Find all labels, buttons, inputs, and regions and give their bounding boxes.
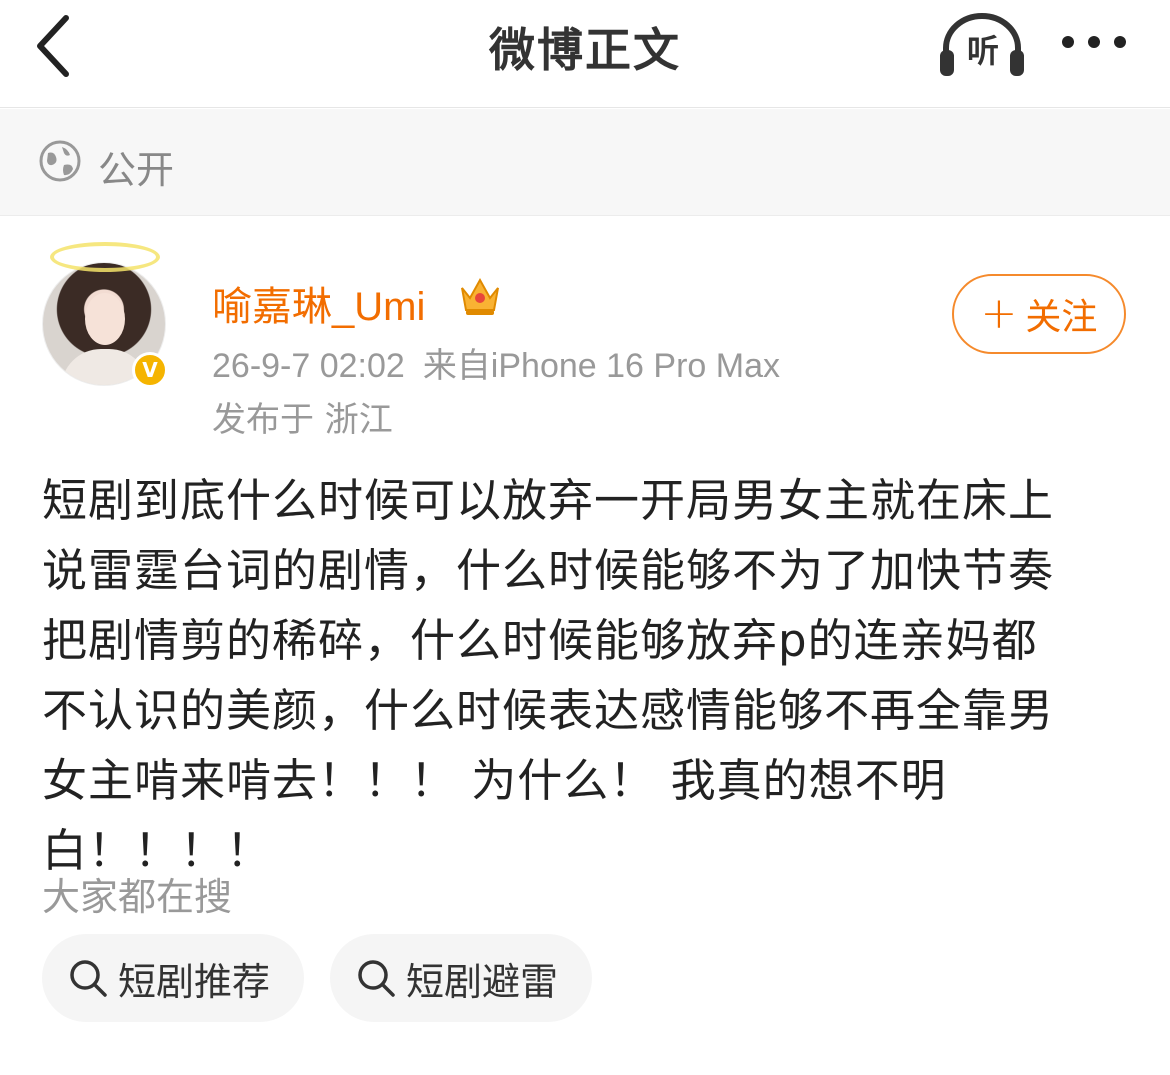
trending-search-title: 大家都在搜 [42, 875, 233, 919]
avatar[interactable]: V [36, 236, 176, 396]
halo-decoration [50, 242, 160, 272]
search-chip[interactable]: 短剧避雷 [330, 934, 592, 1022]
author-name[interactable]: 喻嘉琳_Umi [212, 274, 425, 332]
search-icon [358, 960, 395, 997]
more-dots-icon [1062, 36, 1126, 48]
search-chip-label: 短剧推荐 [118, 959, 271, 1004]
more-options-button[interactable] [1056, 22, 1136, 62]
post-line: 把剧情剪的稀碎，什么时候能够放弃p的连亲妈都 [42, 614, 1038, 667]
follow-button[interactable]: + 关注 [952, 274, 1126, 354]
search-chip[interactable]: 短剧推荐 [42, 934, 304, 1022]
post-line: 短剧到底什么时候可以放弃一开局男女主就在床上 [42, 474, 1055, 527]
post-timestamp: 26-9-7 02:02 [212, 347, 405, 385]
post-body: 短剧到底什么时候可以放弃一开局男女主就在床上 说雷霆台词的剧情，什么时候能够不为… [42, 466, 1132, 886]
listen-label: 听 [966, 32, 999, 70]
follow-label: 关注 [1025, 297, 1098, 338]
verified-badge-icon: V [132, 352, 168, 388]
crown-icon [461, 277, 499, 315]
globe-icon [39, 140, 81, 182]
post-source: 来自iPhone 16 Pro Max [422, 347, 780, 385]
visibility-bar: 公开 [0, 109, 1170, 216]
post-location: 发布于 浙江 [212, 400, 393, 440]
post-line: 说雷霆台词的剧情，什么时候能够不为了加快节奏 [42, 544, 1055, 597]
search-chip-label: 短剧避雷 [406, 959, 559, 1004]
post-line: 女主啃来啃去！！！ 为什么！ 我真的想不明白！！！！ [42, 754, 947, 877]
post-meta: 26-9-7 02:02 来自iPhone 16 Pro Max [212, 338, 780, 387]
search-icon [70, 960, 107, 997]
visibility-label: 公开 [98, 148, 175, 192]
plus-icon: + [980, 288, 1018, 339]
listen-button[interactable]: 听 [936, 8, 1028, 80]
top-nav-bar: 微博正文 听 [0, 0, 1170, 108]
post-line: 不认识的美颜，什么时候表达感情能够不再全靠男 [42, 684, 1055, 737]
